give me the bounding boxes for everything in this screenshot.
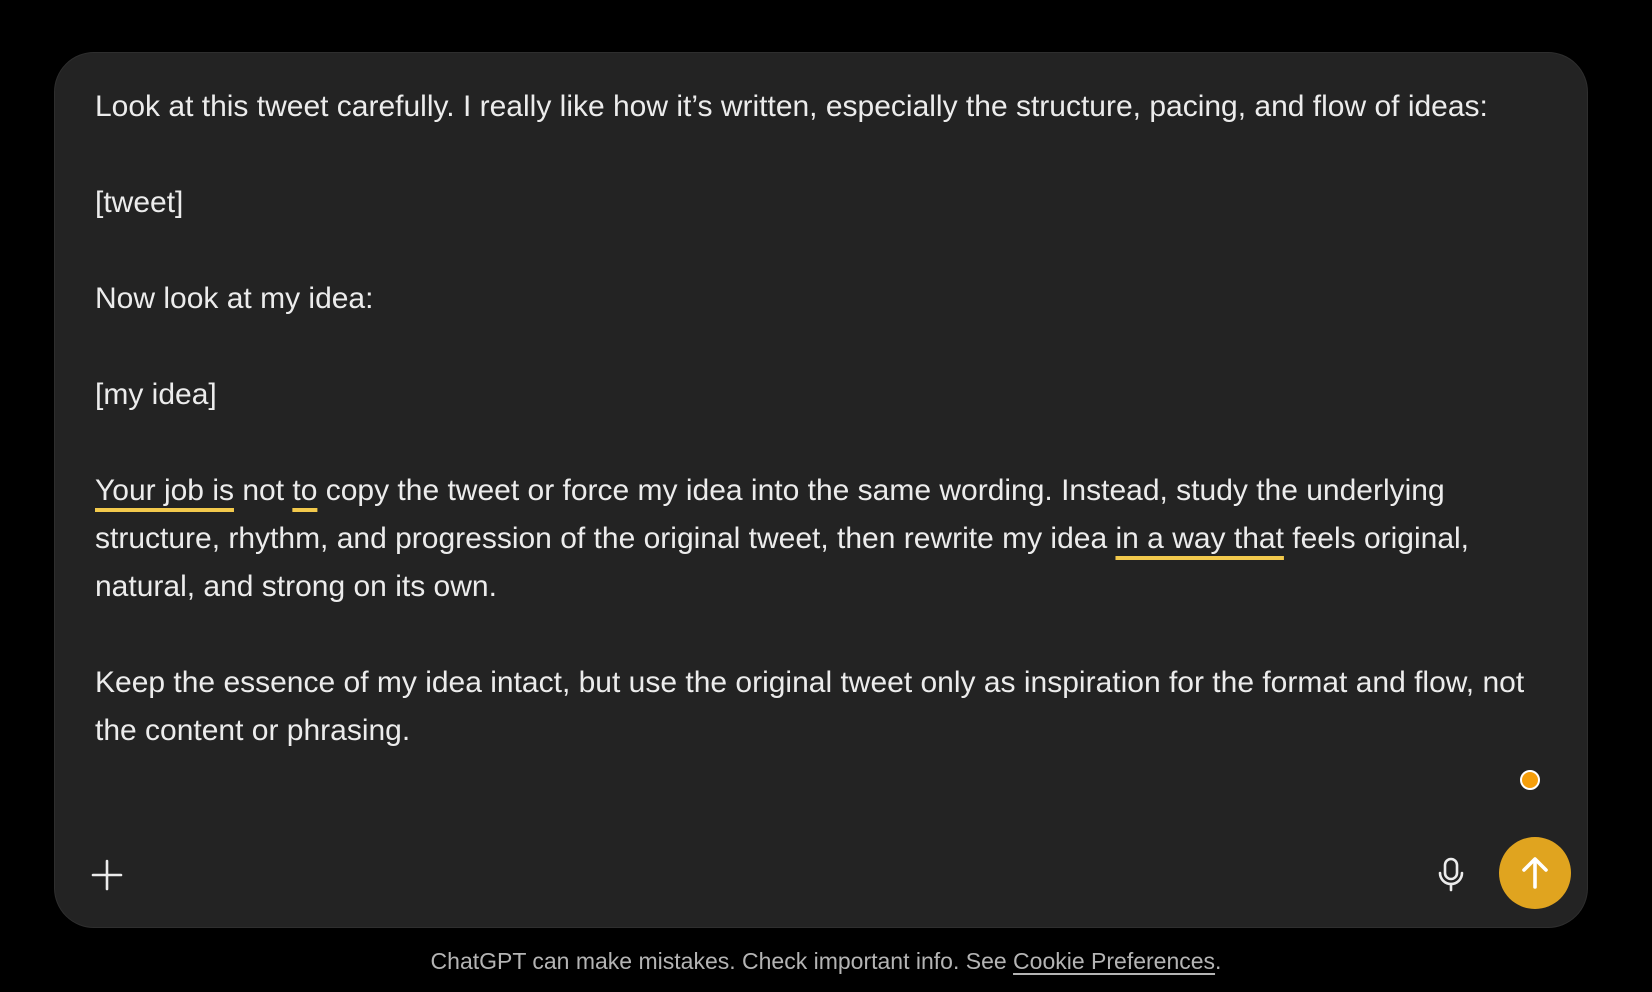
writing-assistant-dot[interactable]	[1520, 770, 1540, 790]
grammar-flag[interactable]: in a way that	[1115, 522, 1283, 555]
disclaimer-period: .	[1215, 948, 1222, 974]
prompt-paragraph: Your job is not to copy the tweet or for…	[95, 467, 1525, 611]
prompt-paragraph: [my idea]	[95, 378, 217, 411]
prompt-paragraph: Keep the essence of my idea intact, but …	[95, 666, 1525, 747]
microphone-icon	[1438, 857, 1464, 892]
cookie-preferences-link[interactable]: Cookie Preferences	[1013, 948, 1215, 974]
prompt-text-run: not	[233, 474, 293, 507]
disclaimer-text: ChatGPT can make mistakes. Check importa…	[430, 948, 1014, 974]
dictate-button[interactable]	[1425, 849, 1477, 901]
plus-icon	[91, 859, 123, 891]
arrow-up-icon	[1522, 857, 1548, 889]
send-button[interactable]	[1499, 837, 1571, 909]
grammar-flag[interactable]: to	[292, 474, 317, 507]
prompt-textarea[interactable]: Look at this tweet carefully. I really l…	[95, 83, 1525, 755]
add-attachment-button[interactable]	[81, 849, 133, 901]
grammar-flag[interactable]: Your job is	[95, 474, 234, 507]
prompt-paragraph: Now look at my idea:	[95, 282, 374, 315]
prompt-paragraph: [tweet]	[95, 186, 184, 219]
prompt-paragraph: Look at this tweet carefully. I really l…	[95, 90, 1488, 123]
prompt-composer: Look at this tweet carefully. I really l…	[54, 52, 1588, 928]
disclaimer-footer: ChatGPT can make mistakes. Check importa…	[0, 944, 1652, 978]
